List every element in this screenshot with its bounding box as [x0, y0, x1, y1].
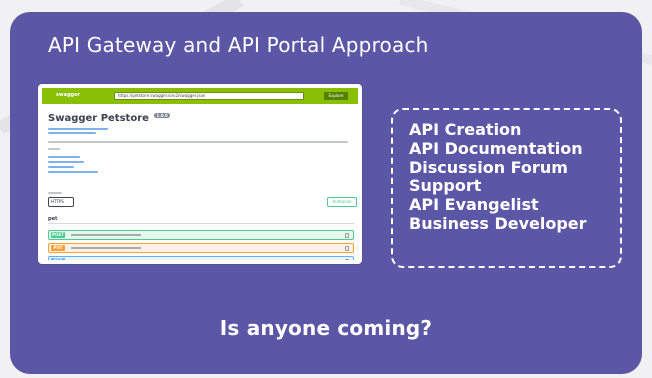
list-item: API Creation	[409, 120, 522, 139]
list-item: API Documentation	[409, 138, 583, 158]
text-line	[48, 148, 60, 150]
operation-path	[71, 247, 141, 249]
text-line	[48, 166, 74, 168]
list-item: API Evangelist	[409, 195, 539, 215]
swagger-api-title-text: Swagger Petstore	[48, 113, 149, 124]
question-text: Is anyone coming?	[219, 316, 433, 340]
method-badge: GET	[51, 258, 65, 260]
list-item: Support	[409, 176, 482, 196]
operation-path	[71, 234, 141, 236]
swagger-logo: swagger	[56, 92, 80, 98]
roles-list: API Creation API Documentation Discussio…	[409, 120, 587, 234]
lock-icon	[345, 259, 349, 260]
text-line	[48, 128, 108, 130]
list-item: Discussion Forum	[409, 157, 568, 177]
text-line	[48, 192, 62, 194]
swagger-topbar: swagger https://petstore.swagger.io/v2/s…	[42, 88, 358, 104]
swagger-screenshot: swagger https://petstore.swagger.io/v2/s…	[38, 84, 362, 264]
text-line	[48, 156, 80, 158]
swagger-operation-put: PUT	[48, 243, 354, 253]
list-item: Business Developer	[409, 213, 587, 233]
lock-icon	[345, 246, 349, 251]
operation-path	[71, 260, 141, 262]
swagger-explore-button: Explore	[324, 92, 348, 100]
swagger-operation-get: GET	[48, 256, 354, 262]
method-badge: POST	[51, 232, 65, 238]
lock-icon	[345, 233, 349, 238]
text-line	[48, 141, 348, 143]
swagger-tag-header: pet	[48, 216, 354, 224]
swagger-api-title: Swagger Petstore 1.0.0	[48, 113, 170, 124]
text-line	[48, 171, 98, 173]
swagger-url-input: https://petstore.swagger.io/v2/swagger.j…	[114, 92, 304, 100]
swagger-version-badge: 1.0.0	[154, 113, 170, 118]
page-title: API Gateway and API Portal Approach	[48, 33, 429, 57]
swagger-authorize-button: Authorize	[327, 197, 357, 207]
text-line	[48, 161, 84, 163]
swagger-scheme-select: HTTPS	[48, 197, 74, 207]
method-badge: PUT	[51, 245, 65, 251]
text-line	[48, 132, 96, 134]
swagger-operation-post: POST	[48, 230, 354, 240]
